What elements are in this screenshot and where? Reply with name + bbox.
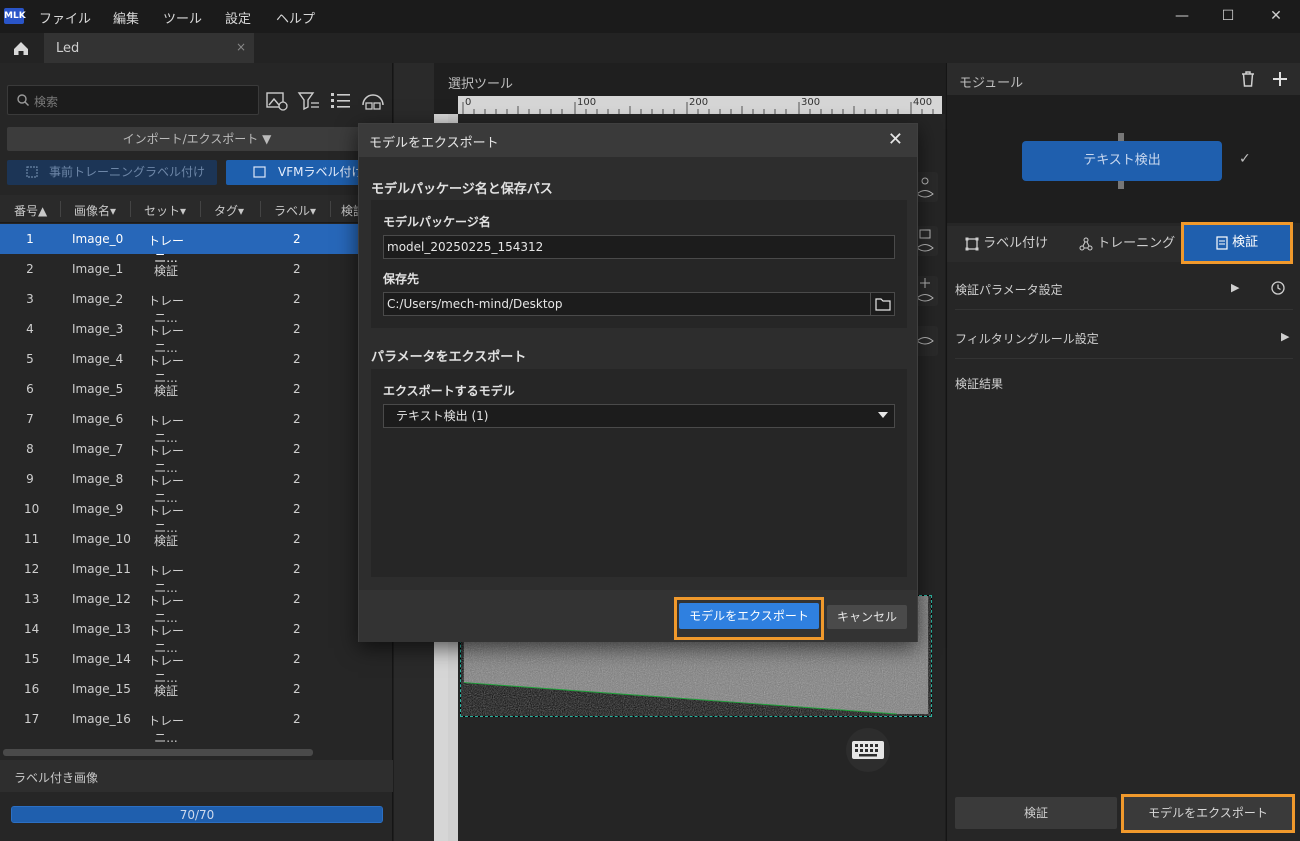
close-tab-icon[interactable]: × <box>236 40 246 54</box>
save-path-value: C:/Users/mech-mind/Desktop <box>387 297 563 311</box>
section-package-title: モデルパッケージ名と保存パス <box>371 182 553 197</box>
menu-edit[interactable]: 編集 <box>113 8 139 27</box>
export-model-select[interactable]: テキスト検出 (1) <box>383 404 895 428</box>
export-params-section: エクスポートするモデル テキスト検出 (1) <box>371 369 907 577</box>
maximize-button[interactable]: ☐ <box>1216 6 1240 26</box>
dialog-title: モデルをエクスポート <box>369 136 499 151</box>
dialog-export-button[interactable]: モデルをエクスポート <box>679 603 819 629</box>
menu-help[interactable]: ヘルプ <box>276 8 315 27</box>
minimize-button[interactable]: — <box>1170 6 1194 26</box>
section-export-params-title: パラメータをエクスポート <box>371 350 527 365</box>
document-tab[interactable]: Led × <box>44 33 254 63</box>
close-icon[interactable]: ✕ <box>888 129 903 150</box>
browse-folder-button[interactable] <box>870 293 894 315</box>
export-model-value: テキスト検出 (1) <box>396 409 489 423</box>
cancel-button[interactable]: キャンセル <box>827 605 907 629</box>
package-name-label: モデルパッケージ名 <box>383 215 491 229</box>
app-logo: MLK <box>4 8 26 24</box>
package-section: モデルパッケージ名 model_20250225_154312 保存先 C:/U… <box>371 200 907 328</box>
export-model-label: エクスポートするモデル <box>383 384 515 398</box>
save-path-input[interactable]: C:/Users/mech-mind/Desktop <box>383 292 895 316</box>
chevron-down-icon <box>878 412 888 418</box>
menu-settings[interactable]: 設定 <box>225 8 251 27</box>
home-button[interactable] <box>6 33 36 63</box>
save-path-label: 保存先 <box>383 272 420 286</box>
menu-file[interactable]: ファイル <box>39 8 91 27</box>
document-tab-label: Led <box>56 41 80 56</box>
home-icon <box>14 42 28 55</box>
menu-tools[interactable]: ツール <box>163 8 202 27</box>
close-window-button[interactable]: ✕ <box>1264 6 1288 26</box>
package-name-input[interactable]: model_20250225_154312 <box>383 235 895 259</box>
folder-icon <box>875 298 891 311</box>
dialog-header: モデルをエクスポート ✕ <box>359 124 917 157</box>
export-model-dialog: モデルをエクスポート ✕ モデルパッケージ名と保存パス モデルパッケージ名 mo… <box>358 123 918 642</box>
